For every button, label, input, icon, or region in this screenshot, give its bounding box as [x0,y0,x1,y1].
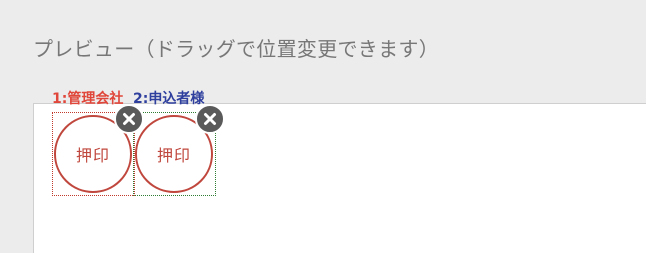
stamp-label-management-company: 1:管理会社 [52,91,124,107]
close-icon [204,113,216,125]
stamp-text: 押印 [156,146,191,165]
preview-title: プレビュー（ドラッグで位置変更できます） [33,37,439,61]
stamp-text: 押印 [75,146,110,165]
close-icon [123,113,135,125]
stamp-label-applicant: 2:申込者様 [133,91,205,107]
delete-stamp-button-management-company[interactable] [114,104,144,134]
delete-stamp-button-applicant[interactable] [195,104,225,134]
